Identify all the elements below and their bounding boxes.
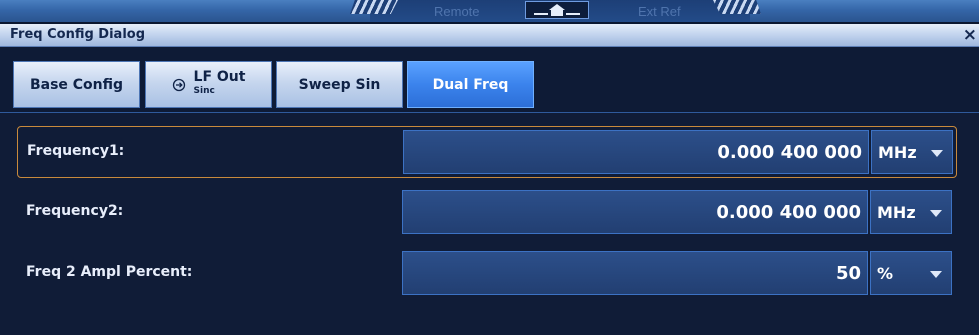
status-bar: Remote Ext Ref (0, 0, 979, 22)
dialog-title-bar: Freq Config Dialog × (0, 24, 979, 47)
tab-dual-freq[interactable]: Dual Freq (407, 61, 534, 108)
unit-label: % (877, 263, 894, 283)
status-decoration-right (713, 0, 761, 14)
ext-ref-indicator: Ext Ref (638, 4, 681, 19)
tab-base-config[interactable]: Base Config (13, 61, 140, 108)
tab-label: Base Config (29, 76, 124, 93)
freq2-ampl-percent-input[interactable]: 50 (402, 251, 868, 295)
tab-sublabel: Sinc (193, 86, 215, 96)
chevron-down-icon (930, 271, 942, 278)
remote-indicator: Remote (434, 4, 480, 19)
freq2-ampl-percent-label: Freq 2 Ampl Percent: (26, 264, 193, 280)
frequency2-input[interactable]: 0.000 400 000 (402, 190, 868, 234)
frequency2-unit-select[interactable]: MHz (870, 190, 952, 234)
tab-sweep-sin[interactable]: Sweep Sin (276, 61, 403, 108)
tab-label: Dual Freq (432, 76, 509, 93)
close-icon[interactable]: × (963, 26, 977, 44)
tab-strip: Base Config LF Out Sinc Sweep Sin Dual F… (0, 47, 979, 112)
frequency1-label: Frequency1: (27, 143, 125, 159)
home-icon (534, 4, 580, 16)
unit-label: MHz (877, 202, 916, 222)
unit-label: MHz (878, 142, 917, 162)
dual-freq-panel: Frequency1: 0.000 400 000 MHz Frequency2… (0, 112, 979, 335)
tab-label: LF Out (193, 69, 246, 85)
frequency2-row: Frequency2: 0.000 400 000 MHz (17, 187, 957, 239)
dialog-title: Freq Config Dialog (10, 27, 146, 42)
home-button[interactable] (525, 1, 589, 19)
chevron-down-icon (930, 210, 942, 217)
arrow-circle-icon (172, 78, 185, 91)
freq2-ampl-percent-row: Freq 2 Ampl Percent: 50 % (17, 248, 957, 300)
chevron-down-icon (931, 150, 943, 157)
freq2-ampl-percent-unit-select[interactable]: % (870, 251, 952, 295)
status-decoration-left (350, 0, 398, 14)
frequency1-row[interactable]: Frequency1: 0.000 400 000 MHz (17, 126, 957, 178)
tab-lf-out[interactable]: LF Out Sinc (145, 61, 272, 108)
frequency1-unit-select[interactable]: MHz (871, 130, 953, 174)
frequency1-input[interactable]: 0.000 400 000 (403, 130, 869, 174)
frequency2-label: Frequency2: (26, 203, 124, 219)
tab-label: Sweep Sin (298, 76, 381, 93)
